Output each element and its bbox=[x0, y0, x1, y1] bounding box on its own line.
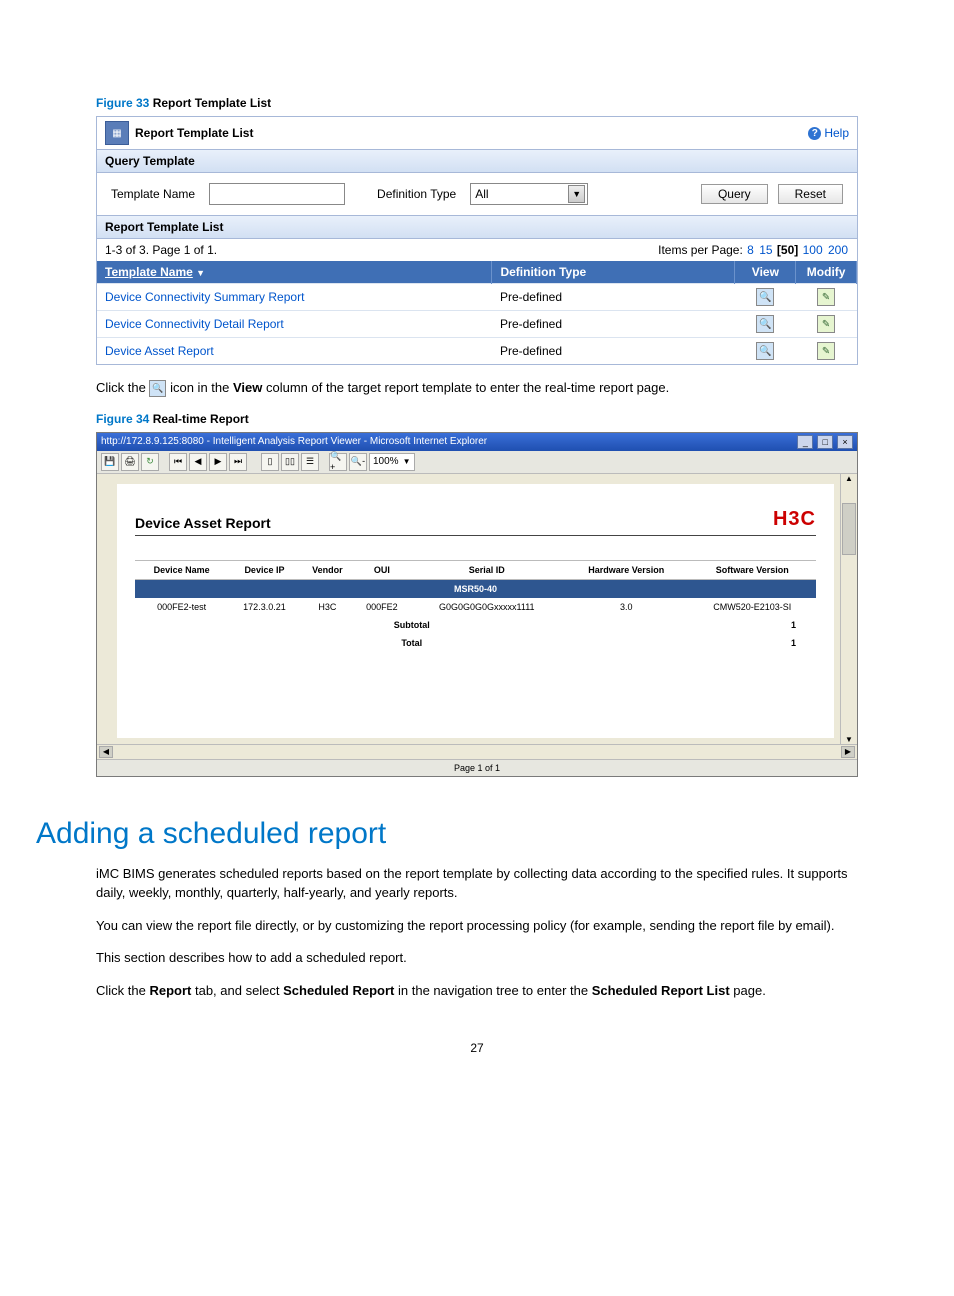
zoom-select[interactable]: 100% ▼ bbox=[369, 453, 415, 471]
close-icon[interactable]: × bbox=[837, 435, 853, 449]
ipp-8[interactable]: 8 bbox=[747, 243, 754, 257]
page-number: 27 bbox=[96, 1041, 858, 1055]
paragraph: iMC BIMS generates scheduled reports bas… bbox=[96, 865, 858, 903]
chevron-down-icon: ▼ bbox=[568, 185, 585, 203]
report-group: MSR50-40 bbox=[135, 579, 816, 598]
chevron-down-icon: ▼ bbox=[403, 457, 411, 466]
minimize-icon[interactable]: _ bbox=[797, 435, 813, 449]
template-link[interactable]: Device Connectivity Summary Report bbox=[105, 290, 304, 304]
table-row: Device Connectivity Detail Report Pre-de… bbox=[97, 311, 857, 338]
template-link[interactable]: Device Asset Report bbox=[105, 344, 214, 358]
report-list-icon: ▦ bbox=[105, 121, 129, 145]
refresh-icon[interactable]: ↻ bbox=[141, 453, 159, 471]
two-page-icon[interactable]: ▯▯ bbox=[281, 453, 299, 471]
maximize-icon[interactable]: □ bbox=[817, 435, 833, 449]
query-template-header: Query Template bbox=[97, 149, 857, 173]
help-icon: ? bbox=[808, 127, 821, 140]
prev-page-icon[interactable]: ◀ bbox=[189, 453, 207, 471]
ie-window: http://172.8.9.125:8080 - Intelligent An… bbox=[96, 432, 858, 777]
definition-type-select[interactable]: All ▼ bbox=[470, 183, 588, 205]
col-definition-type: Definition Type bbox=[492, 261, 735, 284]
template-name-label: Template Name bbox=[111, 187, 195, 201]
col-modify: Modify bbox=[796, 261, 857, 284]
help-link[interactable]: ? Help bbox=[808, 126, 849, 140]
panel-title: Report Template List bbox=[135, 126, 253, 140]
table-row: Device Connectivity Summary Report Pre-d… bbox=[97, 284, 857, 311]
first-page-icon[interactable]: ⏮ bbox=[169, 453, 187, 471]
ipp-200[interactable]: 200 bbox=[828, 243, 848, 257]
template-link[interactable]: Device Connectivity Detail Report bbox=[105, 317, 284, 331]
modify-icon[interactable]: ✎ bbox=[817, 288, 835, 306]
items-per-page: Items per Page: 8 15 [50] 100 200 bbox=[658, 243, 849, 257]
paragraph: You can view the report file directly, o… bbox=[96, 917, 858, 936]
report-template-list-header: Report Template List bbox=[97, 215, 857, 239]
paragraph: Click the Report tab, and select Schedul… bbox=[96, 982, 858, 1001]
report-table: Device Name Device IP Vendor OUI Serial … bbox=[135, 560, 816, 652]
view-icon[interactable]: 🔍 bbox=[756, 315, 774, 333]
continuous-icon[interactable]: ☰ bbox=[301, 453, 319, 471]
reset-button[interactable]: Reset bbox=[778, 184, 843, 204]
report-page: Device Asset Report H3C Device Name Devi… bbox=[117, 484, 834, 738]
figure-33-caption: Figure 33 Report Template List bbox=[96, 96, 858, 110]
view-icon[interactable]: 🔍 bbox=[756, 342, 774, 360]
report-page-indicator: Page 1 of 1 bbox=[454, 763, 500, 773]
ie-window-title: http://172.8.9.125:8080 - Intelligent An… bbox=[101, 436, 487, 447]
report-viewer-toolbar: 💾 🖨 ↻ ⏮ ◀ ▶ ⏭ ▯ ▯▯ ☰ 🔍+ 🔍- 100% ▼ bbox=[97, 451, 857, 474]
definition-type-label: Definition Type bbox=[377, 187, 456, 201]
print-icon[interactable]: 🖨 bbox=[121, 453, 139, 471]
modify-icon[interactable]: ✎ bbox=[817, 342, 835, 360]
last-page-icon[interactable]: ⏭ bbox=[229, 453, 247, 471]
table-row: Device Asset Report Pre-defined 🔍 ✎ bbox=[97, 338, 857, 365]
instruction-view: Click the 🔍 icon in the View column of t… bbox=[96, 379, 858, 398]
page-layout-icon[interactable]: ▯ bbox=[261, 453, 279, 471]
report-template-panel: ▦ Report Template List ? Help Query Temp… bbox=[96, 116, 858, 365]
h3c-logo: H3C bbox=[773, 508, 816, 531]
horizontal-scrollbar[interactable]: ◀▶ bbox=[97, 744, 857, 759]
ipp-15[interactable]: 15 bbox=[759, 243, 772, 257]
vertical-scrollbar[interactable]: ▲ ▼ bbox=[840, 474, 857, 744]
col-view: View bbox=[735, 261, 796, 284]
ipp-100[interactable]: 100 bbox=[803, 243, 823, 257]
query-button[interactable]: Query bbox=[701, 184, 768, 204]
save-icon[interactable]: 💾 bbox=[101, 453, 119, 471]
col-template-name[interactable]: Template Name bbox=[105, 265, 193, 279]
modify-icon[interactable]: ✎ bbox=[817, 315, 835, 333]
paragraph: This section describes how to add a sche… bbox=[96, 949, 858, 968]
zoom-in-icon[interactable]: 🔍+ bbox=[329, 453, 347, 471]
report-row: 000FE2-test 172.3.0.21 H3C 000FE2 G0G0G0… bbox=[135, 598, 816, 616]
next-page-icon[interactable]: ▶ bbox=[209, 453, 227, 471]
template-table: Template Name ▼ Definition Type View Mod… bbox=[97, 261, 857, 364]
report-title: Device Asset Report bbox=[135, 515, 271, 531]
zoom-out-icon[interactable]: 🔍- bbox=[349, 453, 367, 471]
template-name-input[interactable] bbox=[209, 183, 345, 205]
figure-34-caption: Figure 34 Real-time Report bbox=[96, 412, 858, 426]
sort-desc-icon: ▼ bbox=[196, 268, 205, 278]
section-heading: Adding a scheduled report bbox=[36, 817, 858, 851]
ipp-50: [50] bbox=[777, 243, 798, 257]
pager-summary: 1-3 of 3. Page 1 of 1. bbox=[105, 243, 217, 257]
view-icon: 🔍 bbox=[149, 380, 166, 397]
view-icon[interactable]: 🔍 bbox=[756, 288, 774, 306]
